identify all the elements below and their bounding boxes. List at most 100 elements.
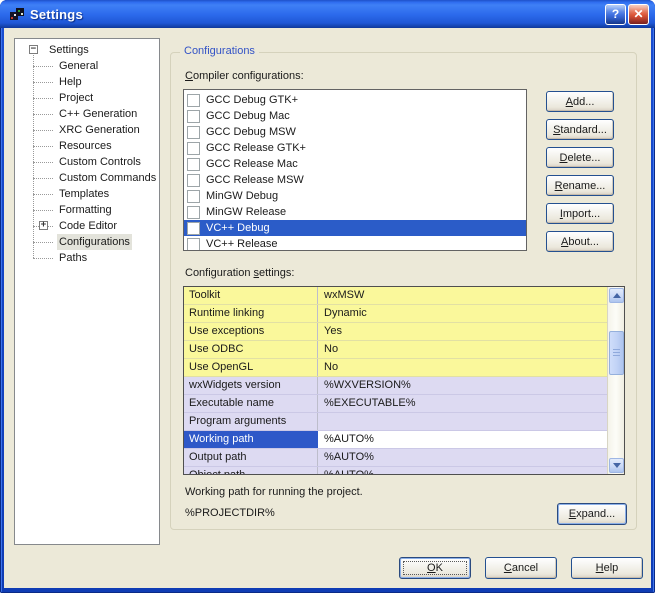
setting-name: Working path	[184, 431, 318, 448]
list-item[interactable]: MinGW Release	[184, 204, 526, 220]
table-row[interactable]: wxWidgets version %WXVERSION%	[184, 377, 609, 395]
setting-value[interactable]: %AUTO%	[318, 431, 609, 448]
about-button[interactable]: About...	[546, 231, 614, 252]
setting-value[interactable]: %WXVERSION%	[318, 377, 609, 394]
list-item-selected[interactable]: VC++ Debug	[184, 220, 526, 236]
checkbox[interactable]	[187, 109, 200, 123]
list-item[interactable]: GCC Debug Mac	[184, 108, 526, 124]
list-item-label: GCC Debug Mac	[206, 110, 290, 122]
checkbox[interactable]	[187, 157, 200, 171]
tree-connector	[33, 258, 53, 259]
groupbox-title: Configurations	[180, 45, 259, 57]
tree-item-project[interactable]: Project	[15, 90, 159, 106]
tree-item-label: General	[59, 60, 99, 72]
setting-value[interactable]: %EXECUTABLE%	[318, 395, 609, 412]
setting-value[interactable]: %AUTO%	[318, 467, 609, 474]
standard-button[interactable]: Standard...	[546, 119, 614, 140]
tree-item-general[interactable]: General	[15, 58, 159, 74]
tree-item-custom-commands[interactable]: Custom Commands	[15, 170, 159, 186]
table-row[interactable]: Runtime linking Dynamic	[184, 305, 609, 323]
list-item[interactable]: GCC Release GTK+	[184, 140, 526, 156]
rename-button[interactable]: Rename...	[546, 175, 614, 196]
tree-item-label: Help	[59, 76, 82, 88]
tree-item-paths[interactable]: Paths	[15, 250, 159, 266]
setting-description: Working path for running the project.	[185, 486, 363, 498]
tree-root[interactable]: − Settings	[15, 42, 159, 58]
table-row[interactable]: Executable name %EXECUTABLE%	[184, 395, 609, 413]
tree-item-resources[interactable]: Resources	[15, 138, 159, 154]
table-row[interactable]: Object path %AUTO%	[184, 467, 609, 474]
setting-name: Toolkit	[184, 287, 318, 304]
tree-connector	[33, 130, 53, 131]
table-row[interactable]: Use ODBC No	[184, 341, 609, 359]
scroll-down-icon[interactable]	[609, 458, 624, 473]
collapse-icon[interactable]: −	[29, 45, 38, 54]
tree-item-xrc-generation[interactable]: XRC Generation	[15, 122, 159, 138]
setting-name: Executable name	[184, 395, 318, 412]
checkbox[interactable]	[187, 141, 200, 155]
setting-value[interactable]: No	[318, 359, 609, 376]
scrollbar-thumb[interactable]	[609, 331, 624, 375]
tree-connector	[33, 178, 53, 179]
checkbox[interactable]	[187, 205, 200, 219]
setting-name: Use OpenGL	[184, 359, 318, 376]
scroll-up-icon[interactable]	[609, 288, 624, 303]
tree-item-label: Paths	[59, 252, 88, 264]
table-row[interactable]: Use exceptions Yes	[184, 323, 609, 341]
tree-item-templates[interactable]: Templates	[15, 186, 159, 202]
expand-icon[interactable]: +	[39, 221, 48, 230]
checkbox[interactable]	[187, 237, 200, 250]
tree-connector	[33, 146, 53, 147]
tree-item-label: Templates	[59, 188, 110, 200]
setting-name: Program arguments	[184, 413, 318, 430]
tree-item-help[interactable]: Help	[15, 74, 159, 90]
tree-item-formatting[interactable]: Formatting	[15, 202, 159, 218]
tree-item-label: Custom Controls	[59, 156, 141, 168]
checkbox[interactable]	[187, 125, 200, 139]
help-button[interactable]: Help	[571, 557, 643, 579]
checkbox[interactable]	[187, 173, 200, 187]
setting-value[interactable]: Yes	[318, 323, 609, 340]
up-arrow-glyph	[612, 293, 621, 298]
scrollbar-track[interactable]	[607, 287, 624, 474]
checkbox[interactable]	[187, 189, 200, 203]
list-item[interactable]: GCC Release Mac	[184, 156, 526, 172]
close-icon[interactable]: ✕	[628, 3, 649, 25]
checkbox[interactable]	[187, 221, 200, 235]
list-item[interactable]: VC++ Release	[184, 236, 526, 250]
setting-value[interactable]	[318, 413, 609, 430]
table-row[interactable]: Use OpenGL No	[184, 359, 609, 377]
setting-value[interactable]: No	[318, 341, 609, 358]
setting-value[interactable]: Dynamic	[318, 305, 609, 322]
tree-item-custom-controls[interactable]: Custom Controls	[15, 154, 159, 170]
ok-button[interactable]: OK	[399, 557, 471, 579]
add-button[interactable]: Add...	[546, 91, 614, 112]
list-item[interactable]: MinGW Debug	[184, 188, 526, 204]
table-row-selected[interactable]: Working path %AUTO%	[184, 431, 609, 449]
cancel-button[interactable]: Cancel	[485, 557, 557, 579]
tree-item-label: XRC Generation	[59, 124, 140, 136]
list-item[interactable]: GCC Debug GTK+	[184, 92, 526, 108]
table-row[interactable]: Output path %AUTO%	[184, 449, 609, 467]
tree-item-cpp-generation[interactable]: C++ Generation	[15, 106, 159, 122]
list-item-label: VC++ Release	[206, 238, 278, 250]
table-row[interactable]: Toolkit wxMSW	[184, 287, 609, 305]
list-item-label: GCC Debug MSW	[206, 126, 296, 138]
import-button[interactable]: Import...	[546, 203, 614, 224]
setting-value[interactable]: %AUTO%	[318, 449, 609, 466]
tree-connector	[33, 210, 53, 211]
close-glyph: ✕	[633, 7, 644, 21]
tree-item-code-editor[interactable]: + Code Editor	[15, 218, 159, 234]
setting-name: Runtime linking	[184, 305, 318, 322]
delete-button[interactable]: Delete...	[546, 147, 614, 168]
list-item-label: MinGW Release	[206, 206, 287, 218]
setting-value[interactable]: wxMSW	[318, 287, 609, 304]
list-item[interactable]: GCC Release MSW	[184, 172, 526, 188]
expand-button[interactable]: Expand...	[557, 503, 627, 525]
help-icon[interactable]: ?	[605, 3, 626, 25]
checkbox[interactable]	[187, 93, 200, 107]
tree-item-configurations[interactable]: Configurations	[15, 234, 159, 250]
table-row[interactable]: Program arguments	[184, 413, 609, 431]
list-item[interactable]: GCC Debug MSW	[184, 124, 526, 140]
setting-name: Output path	[184, 449, 318, 466]
